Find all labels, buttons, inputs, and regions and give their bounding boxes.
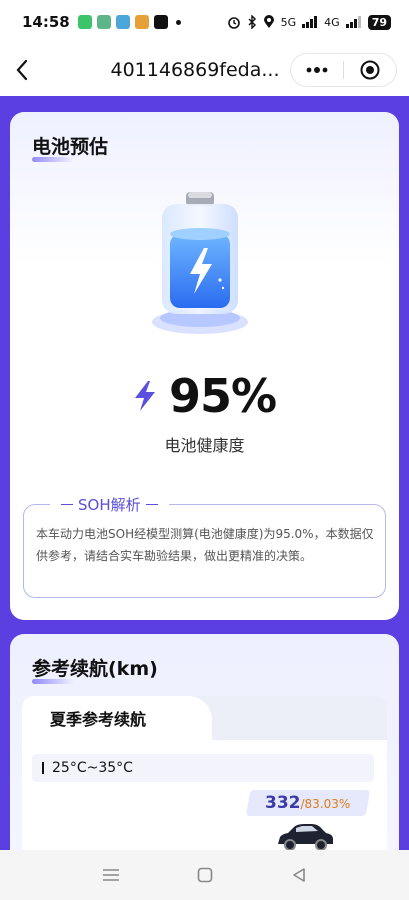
miniprogram-capsule [290, 53, 397, 87]
status-bar: 14:58 5G 4G 79 [0, 0, 409, 44]
network-type: 5G [280, 15, 297, 29]
temperature-range-row: 25°C~35°C [32, 754, 374, 782]
content-area: 电池预估 95% 电池健康度 SOH解析 本车动力电池SOH经模型测算(电池健康… [0, 96, 409, 850]
range-title-text: 参考续航(km) [32, 658, 158, 680]
battery-section-title: 电池预估 [32, 132, 109, 162]
alarm-icon [227, 17, 240, 29]
tiktok-icon [153, 15, 168, 29]
signal-icon [345, 16, 361, 28]
home-button[interactable] [158, 850, 252, 900]
range-value: 332 [265, 793, 301, 813]
tab-body: 25°C~35°C 332/83.03% [22, 740, 387, 850]
triangle-back-icon [292, 868, 305, 882]
battery-health-label: 电池健康度 [164, 436, 245, 455]
car-icon [278, 824, 333, 850]
close-miniprogram-button[interactable] [344, 54, 396, 86]
network-type-2: 4G [324, 15, 340, 29]
lightning-icon [134, 381, 155, 411]
app-icon [115, 15, 130, 29]
system-navigation-bar [0, 850, 409, 900]
range-tabs: 夏季参考续航 25°C~35°C 332/83.03% [22, 696, 387, 850]
legend-dash-left [61, 503, 73, 506]
battery-percent-row: 95% [10, 369, 399, 423]
back-button[interactable] [0, 44, 44, 96]
temp-marker [42, 762, 44, 774]
soh-analysis-box: SOH解析 本车动力电池SOH经模型测算(电池健康度)为95.0%，本数据仅供参… [23, 494, 386, 598]
range-section-title: 参考续航(km) [32, 654, 158, 684]
app-icon [134, 15, 149, 29]
title-underline [32, 679, 74, 684]
more-dots-icon [306, 67, 328, 73]
chevron-left-icon [16, 59, 28, 81]
range-card: 参考续航(km) 夏季参考续航 25°C~35°C 332/83.03% [10, 634, 399, 850]
battery-level: 79 [367, 14, 391, 30]
back-nav-button[interactable] [252, 850, 346, 900]
soh-legend: SOH解析 [50, 494, 169, 515]
recents-button[interactable] [64, 850, 158, 900]
page-title: 401146869feda... [110, 59, 280, 81]
more-button[interactable] [291, 54, 343, 86]
menu-icon [102, 869, 119, 881]
message-app-icon [77, 15, 92, 29]
status-time: 14:58 [22, 13, 70, 31]
bluetooth-icon [248, 15, 256, 29]
battery-illustration-icon [152, 192, 248, 334]
status-right: 5G 4G 79 [227, 14, 391, 30]
soh-description: 本车动力电池SOH经模型测算(电池健康度)为95.0%，本数据仅供参考，请结合实… [36, 527, 374, 563]
battery-health-percent: 95% [168, 369, 277, 423]
app-icon [96, 15, 111, 29]
square-icon [197, 867, 212, 883]
range-value-bubble: 332/83.03% [245, 790, 371, 816]
battery-title-text: 电池预估 [32, 136, 109, 158]
location-icon [263, 15, 274, 28]
nav-bar: 401146869feda... [0, 44, 409, 96]
battery-card: 电池预估 95% 电池健康度 SOH解析 本车动力电池SOH经模型测算(电池健康… [10, 112, 399, 620]
legend-dash-right [145, 503, 158, 506]
range-percent: /83.03% [300, 797, 351, 811]
signal-icon [302, 16, 318, 28]
tab-summer-range[interactable]: 夏季参考续航 [22, 696, 212, 740]
record-circle-icon [360, 60, 380, 80]
notification-dot-icon [175, 19, 181, 25]
title-underline [32, 157, 74, 162]
temperature-range: 25°C~35°C [52, 760, 133, 776]
soh-title: SOH解析 [78, 496, 141, 514]
